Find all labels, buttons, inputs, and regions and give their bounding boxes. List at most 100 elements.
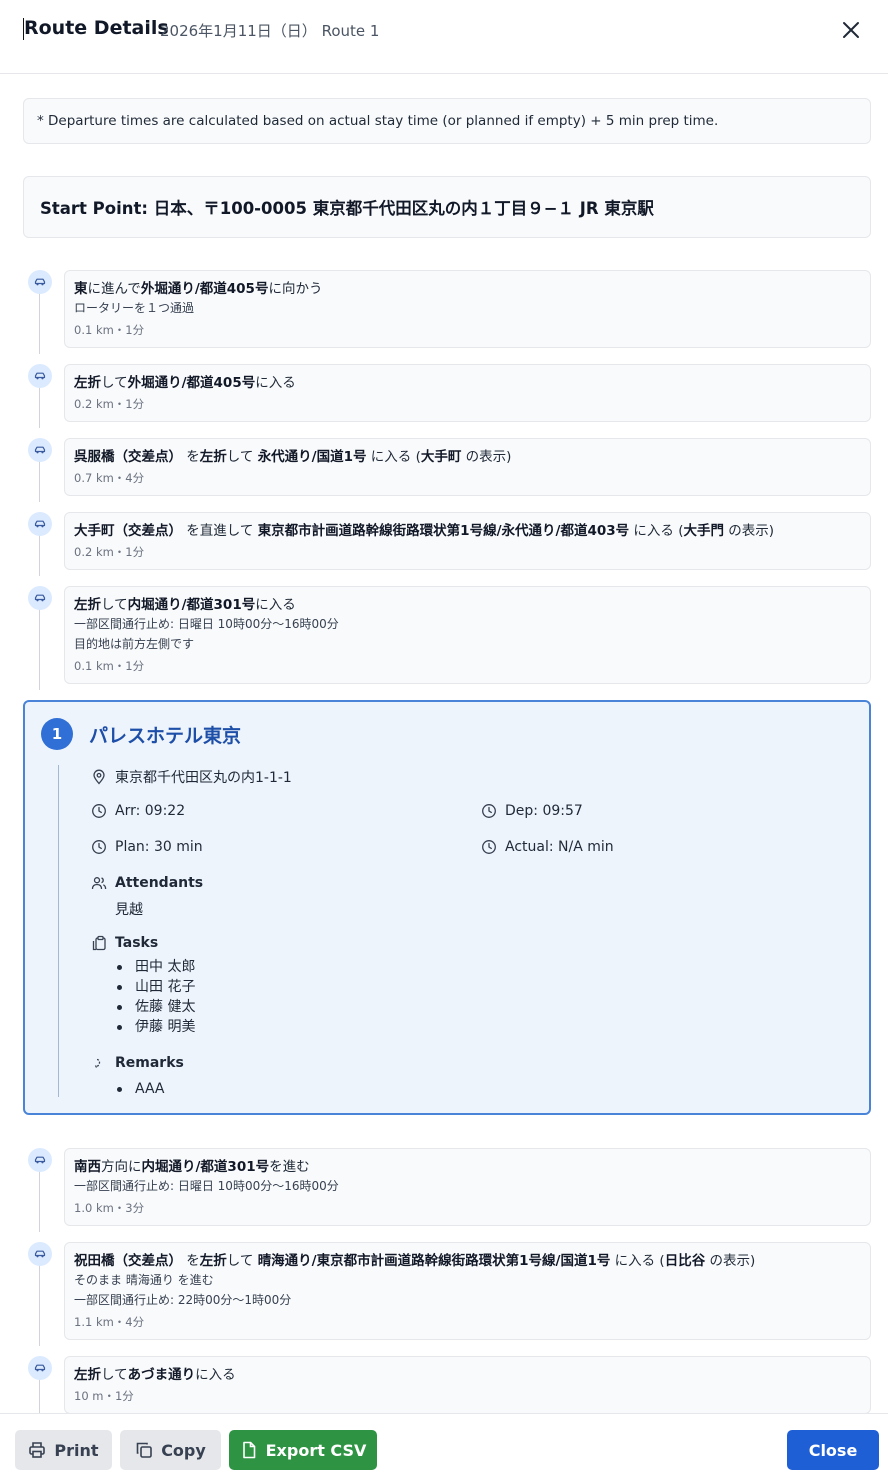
stop-arrival: Arr: 09:22 — [91, 803, 185, 819]
remarks-label: Remarks — [115, 1055, 184, 1071]
actual-duration: Actual: N/A min — [505, 839, 614, 855]
step-note: 目的地は前方左側です — [74, 637, 195, 651]
instruction-emphasis: 大手町 — [420, 449, 462, 465]
step-connector — [39, 384, 40, 428]
map-pin-icon — [93, 769, 105, 785]
arrival-time: Arr: 09:22 — [115, 803, 186, 819]
close-button[interactable]: Close — [787, 1430, 879, 1470]
stop-address-text: 東京都千代田区丸の内1-1-1 — [115, 770, 292, 786]
instruction-text: して — [226, 1253, 258, 1269]
car-icon — [28, 1242, 52, 1266]
copy-icon — [136, 1442, 152, 1458]
task-item: 伊藤 明美 — [115, 1017, 195, 1037]
instruction-text: に入る — [255, 375, 296, 391]
attendants-label: Attendants — [115, 875, 204, 891]
step-distance: 10 m・1分 — [74, 1389, 134, 1403]
export-label: Export CSV — [265, 1440, 367, 1460]
stop-divider — [58, 765, 59, 1097]
instruction-text: に入る — [195, 1367, 236, 1383]
copy-label: Copy — [161, 1440, 206, 1460]
instruction-emphasis: 左折 — [74, 375, 101, 391]
clock-icon — [92, 804, 106, 818]
instruction-text: の表示) — [723, 523, 775, 539]
step-connector — [39, 290, 40, 354]
clipboard-icon — [92, 935, 106, 951]
task-item: 佐藤 健太 — [115, 997, 195, 1017]
attendants-heading: Attendants — [91, 875, 203, 891]
instruction-emphasis: 東京都市計画道路幹線街路環状第1号線/永代通り/都道403号 — [257, 523, 630, 539]
car-icon — [28, 512, 52, 536]
step-connector — [39, 1262, 40, 1346]
departure-notice: * Departure times are calculated based o… — [23, 98, 871, 144]
start-point: Start Point: 日本、〒100-0005 東京都千代田区丸の内１丁目９… — [23, 176, 871, 238]
car-icon — [28, 270, 52, 294]
step-distance: 0.2 km・1分 — [74, 545, 145, 559]
step-card: 呉服橋（交差点） を左折して 永代通り/国道1号 に入る (大手町 の表示) 0.… — [64, 438, 871, 496]
instruction-emphasis: あづま通り — [127, 1367, 196, 1383]
instruction-emphasis: 外堀通り/都道405号 — [127, 375, 256, 391]
tasks-heading: Tasks — [91, 935, 158, 951]
step-note: ロータリーを１つ通過 — [74, 301, 195, 315]
clock-icon — [482, 840, 496, 854]
users-icon — [91, 877, 107, 890]
close-icon[interactable] — [839, 18, 863, 42]
car-icon — [28, 438, 52, 462]
step-instruction: 左折して内堀通り/都道301号に入る — [74, 596, 870, 614]
remarks-heading: Remarks — [91, 1055, 184, 1071]
stop-name: パレスホテル東京 — [89, 725, 242, 747]
instruction-emphasis: 内堀通り/都道301号 — [127, 597, 256, 613]
route-content[interactable]: * Departure times are calculated based o… — [0, 74, 888, 1413]
step-card: 左折してあづま通りに入る 10 m・1分 — [64, 1356, 871, 1413]
route-subtitle: 2026年1月11日（日） Route 1 — [160, 22, 380, 40]
instruction-text: を進む — [269, 1159, 310, 1175]
instruction-emphasis: 祝田橋（交差点） — [74, 1253, 182, 1269]
instruction-text: して — [101, 1367, 128, 1383]
step-distance: 0.2 km・1分 — [74, 397, 145, 411]
instruction-emphasis: 大手門 — [683, 523, 724, 539]
step-note: 一部区間通行止め: 22時00分〜1時00分 — [74, 1293, 292, 1307]
printer-icon — [29, 1442, 46, 1458]
print-label: Print — [54, 1440, 99, 1460]
instruction-emphasis: 大手町（交差点） — [74, 523, 182, 539]
export-csv-button[interactable]: Export CSV — [229, 1430, 377, 1470]
instruction-emphasis: 左折 — [199, 1253, 227, 1269]
step-card: 祝田橋（交差点） を左折して 晴海通り/東京都市計画道路幹線街路環状第1号線/国… — [64, 1242, 871, 1340]
print-button[interactable]: Print — [15, 1430, 112, 1470]
stop-number-badge: 1 — [41, 718, 73, 750]
instruction-emphasis: 外堀通り/都道405号 — [140, 281, 269, 297]
step-note: そのまま 晴海通り を進む — [74, 1273, 214, 1287]
instruction-text: に入る ( — [610, 1253, 665, 1269]
step-connector — [39, 1168, 40, 1232]
step-instruction: 東に進んで外堀通り/都道405号に向かう — [74, 280, 870, 298]
instruction-text: の表示) — [705, 1253, 756, 1269]
page-title: Route Details — [24, 17, 169, 39]
remark-item: AAA — [115, 1079, 165, 1099]
tasks-label: Tasks — [115, 935, 159, 951]
step-instruction: 祝田橋（交差点） を左折して 晴海通り/東京都市計画道路幹線街路環状第1号線/国… — [74, 1252, 870, 1270]
instruction-text: を — [182, 449, 200, 465]
clock-icon — [92, 840, 106, 854]
file-icon — [242, 1441, 255, 1459]
step-distance: 1.1 km・4分 — [74, 1315, 145, 1329]
instruction-text: して — [226, 449, 258, 465]
instruction-emphasis: 左折 — [74, 597, 101, 613]
instruction-text: して — [101, 597, 128, 613]
instruction-text: の表示) — [461, 449, 512, 465]
instruction-emphasis: 南西 — [74, 1159, 101, 1175]
instruction-emphasis: 永代通り/国道1号 — [257, 449, 367, 465]
attendants-value: 見越 — [115, 902, 143, 918]
step-note: 一部区間通行止め: 日曜日 10時00分〜16時00分 — [74, 617, 339, 631]
instruction-emphasis: 晴海通り/東京都市計画道路幹線街路環状第1号線/国道1号 — [257, 1253, 611, 1269]
step-distance: 1.0 km・3分 — [74, 1201, 145, 1215]
copy-button[interactable]: Copy — [120, 1430, 221, 1470]
stop-plan: Plan: 30 min — [91, 839, 203, 855]
departure-time: Dep: 09:57 — [505, 803, 583, 819]
stop-card[interactable]: 1 パレスホテル東京 東京都千代田区丸の内1-1-1 Arr: 09:22 De… — [23, 700, 871, 1115]
stop-departure: Dep: 09:57 — [481, 803, 583, 819]
note-icon — [94, 1058, 101, 1068]
instruction-emphasis: 呉服橋（交差点） — [74, 449, 182, 465]
clock-icon — [482, 804, 496, 818]
step-distance: 0.7 km・4分 — [74, 471, 145, 485]
step-instruction: 南西方向に内堀通り/都道301号を進む — [74, 1158, 870, 1176]
task-item: 田中 太郎 — [115, 957, 195, 977]
